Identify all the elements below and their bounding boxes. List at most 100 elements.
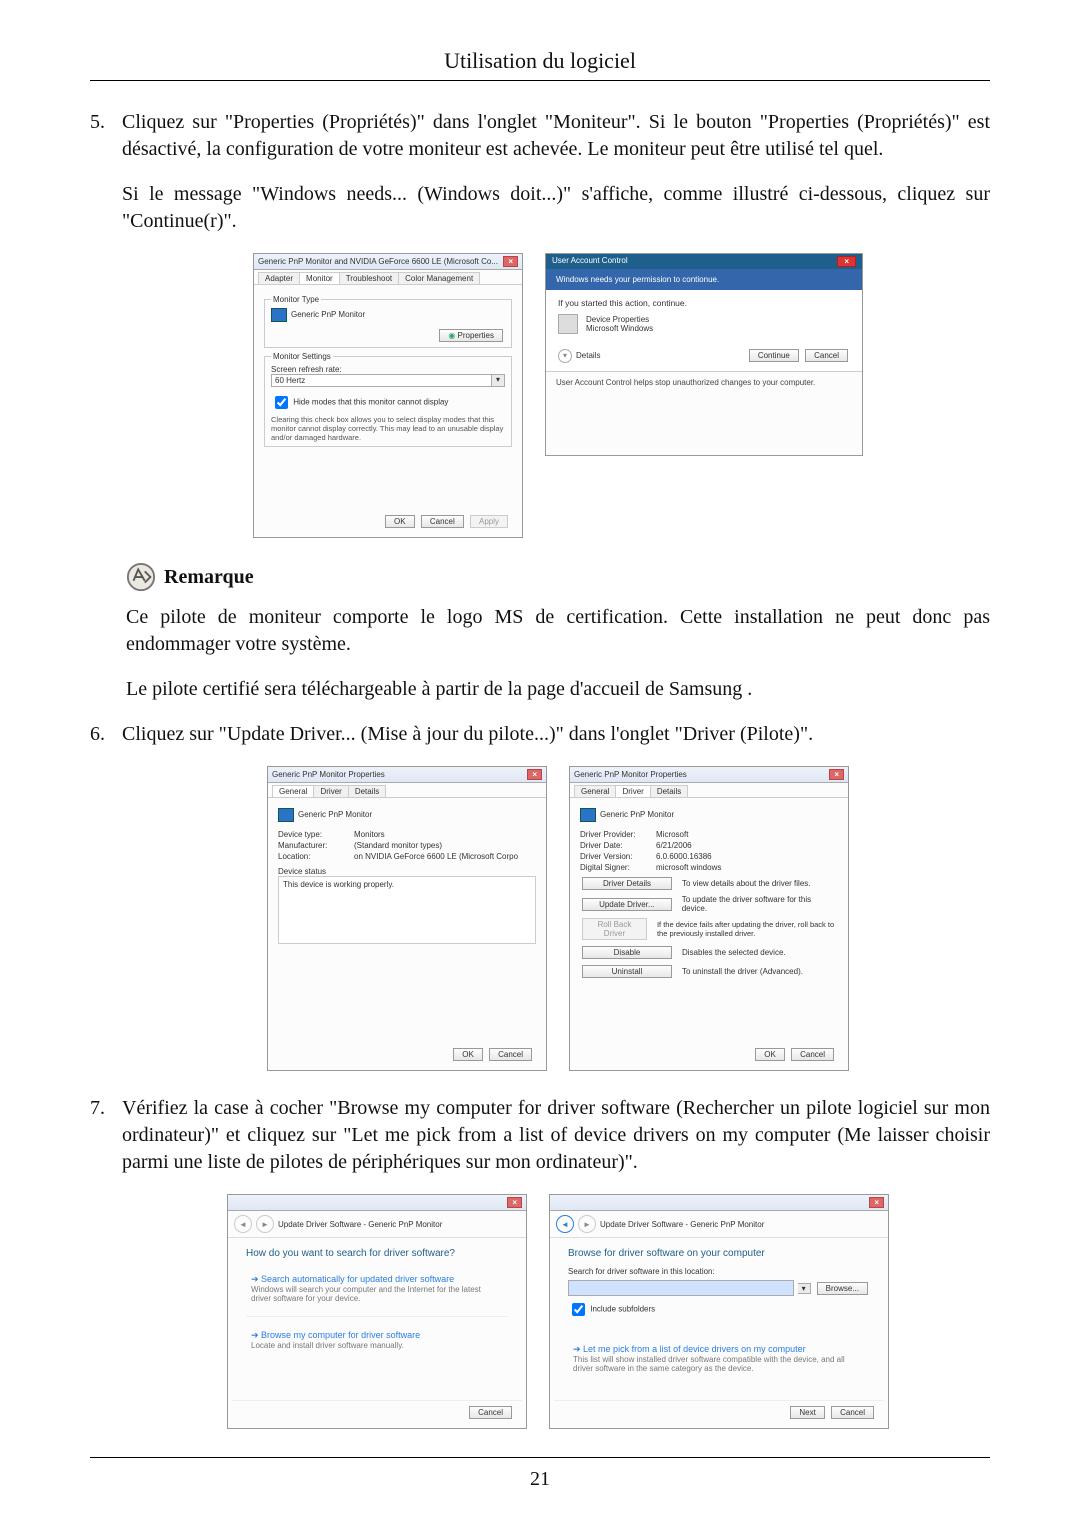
tab-general[interactable]: General [272, 785, 314, 797]
driver-provider-label: Driver Provider: [580, 830, 650, 839]
refresh-rate-label: Screen refresh rate: [271, 365, 505, 374]
option-browse-computer[interactable]: ➔ Browse my computer for driver software… [246, 1323, 508, 1357]
update-driver-desc: To update the driver software for this d… [682, 895, 838, 913]
cancel-button[interactable]: Cancel [489, 1048, 532, 1061]
uac-footer-text: User Account Control helps stop unauthor… [546, 371, 862, 393]
expand-icon[interactable]: ▾ [558, 349, 572, 363]
next-button[interactable]: Next [790, 1406, 824, 1419]
header-rule [90, 80, 990, 81]
monitor-properties-dialog: Generic PnP Monitor and NVIDIA GeForce 6… [253, 253, 523, 538]
tab-troubleshoot[interactable]: Troubleshoot [339, 272, 399, 284]
back-icon[interactable]: ◄ [234, 1215, 252, 1233]
hide-modes-checkbox[interactable] [275, 396, 288, 409]
driver-details-desc: To view details about the driver files. [682, 879, 811, 888]
step-5-text-1: Cliquez sur "Properties (Propriétés)" da… [122, 109, 990, 163]
uac-item-publisher: Microsoft Windows [586, 324, 653, 333]
tab-details[interactable]: Details [650, 785, 688, 797]
device-status-box: This device is working properly. [278, 876, 536, 944]
dialog-title: Generic PnP Monitor and NVIDIA GeForce 6… [258, 257, 498, 266]
ok-button[interactable]: OK [453, 1048, 483, 1061]
step-number: 7. [90, 1095, 122, 1122]
continue-button[interactable]: Continue [749, 349, 799, 362]
figure-row-2: Generic PnP Monitor Properties × General… [126, 766, 990, 1071]
monitor-type-legend: Monitor Type [271, 295, 321, 304]
apply-button[interactable]: Apply [470, 515, 508, 528]
step-number: 6. [90, 721, 122, 748]
rollback-driver-button[interactable]: Roll Back Driver [582, 918, 647, 940]
dialog-title: Generic PnP Monitor Properties [574, 770, 687, 779]
cancel-button[interactable]: Cancel [469, 1406, 512, 1419]
properties-driver-dialog: Generic PnP Monitor Properties × General… [569, 766, 849, 1071]
close-icon[interactable]: × [829, 769, 844, 780]
tab-driver[interactable]: Driver [313, 785, 348, 797]
device-status-label: Device status [278, 867, 536, 876]
uac-started-text: If you started this action, continue. [558, 298, 850, 308]
uac-message: Windows needs your permission to contion… [546, 269, 862, 290]
search-driver-wizard: × ◄ ► Update Driver Software - Generic P… [227, 1194, 527, 1429]
monitor-icon [271, 308, 287, 322]
cancel-button[interactable]: Cancel [831, 1406, 874, 1419]
close-icon[interactable]: × [507, 1197, 522, 1208]
uninstall-button[interactable]: Uninstall [582, 965, 672, 978]
instruction-step-5: 5. Cliquez sur "Properties (Propriétés)"… [90, 109, 990, 235]
close-icon[interactable]: × [503, 256, 518, 267]
update-driver-button[interactable]: Update Driver... [582, 898, 672, 911]
location-value: on NVIDIA GeForce 6600 LE (Microsoft Cor… [354, 852, 518, 861]
option-desc: Windows will search your computer and th… [251, 1285, 503, 1303]
browse-button[interactable]: Browse... [817, 1282, 868, 1295]
disable-button[interactable]: Disable [582, 946, 672, 959]
driver-details-button[interactable]: Driver Details [582, 877, 672, 890]
option-search-automatically[interactable]: ➔ Search automatically for updated drive… [246, 1267, 508, 1310]
hide-modes-label: Hide modes that this monitor cannot disp… [293, 398, 448, 407]
disable-desc: Disables the selected device. [682, 948, 786, 957]
option-pick-from-list[interactable]: ➔ Let me pick from a list of device driv… [568, 1337, 870, 1380]
refresh-rate-value: 60 Hertz [271, 374, 492, 387]
close-icon[interactable]: × [527, 769, 542, 780]
remarque-text-2: Le pilote certifié sera téléchargeable à… [126, 676, 990, 703]
include-subfolders-checkbox[interactable] [572, 1303, 585, 1316]
cancel-button[interactable]: Cancel [421, 515, 464, 528]
properties-button[interactable]: ◉ Properties [439, 329, 503, 342]
refresh-rate-select[interactable]: 60 Hertz ▾ [271, 374, 505, 387]
close-icon[interactable]: × [869, 1197, 884, 1208]
instruction-step-7: 7. Vérifiez la case à cocher "Browse my … [90, 1095, 990, 1176]
figure-row-1: Generic PnP Monitor and NVIDIA GeForce 6… [126, 253, 990, 538]
uac-dialog: User Account Control × Windows needs you… [545, 253, 863, 456]
option-desc: Locate and install driver software manua… [251, 1341, 503, 1350]
tabs: Adapter Monitor Troubleshoot Color Manag… [254, 270, 522, 285]
cancel-button[interactable]: Cancel [791, 1048, 834, 1061]
remarque-text-1: Ce pilote de moniteur comporte le logo M… [126, 604, 990, 658]
close-icon[interactable]: × [837, 256, 856, 267]
step-number: 5. [90, 109, 122, 136]
wizard-heading: Browse for driver software on your compu… [568, 1248, 870, 1259]
tab-details[interactable]: Details [348, 785, 386, 797]
back-icon[interactable]: ◄ [556, 1215, 574, 1233]
figure-row-3: × ◄ ► Update Driver Software - Generic P… [126, 1194, 990, 1429]
tab-adapter[interactable]: Adapter [258, 272, 300, 284]
remarque-label: Remarque [164, 566, 254, 589]
chevron-down-icon[interactable]: ▾ [798, 1283, 811, 1294]
breadcrumb: Update Driver Software - Generic PnP Mon… [278, 1220, 442, 1229]
device-type-label: Device type: [278, 830, 348, 839]
ok-button[interactable]: OK [755, 1048, 785, 1061]
driver-date-label: Driver Date: [580, 841, 650, 850]
device-name: Generic PnP Monitor [298, 810, 372, 819]
device-icon [558, 314, 578, 334]
path-input[interactable] [568, 1280, 794, 1296]
browse-driver-wizard: × ◄ ► Update Driver Software - Generic P… [549, 1194, 889, 1429]
cancel-button[interactable]: Cancel [805, 349, 848, 362]
tab-general[interactable]: General [574, 785, 616, 797]
rollback-driver-desc: If the device fails after updating the d… [657, 920, 838, 938]
tab-monitor[interactable]: Monitor [299, 272, 340, 284]
location-label: Location: [278, 852, 348, 861]
ok-button[interactable]: OK [385, 515, 415, 528]
details-link[interactable]: Details [576, 351, 600, 360]
chevron-down-icon[interactable]: ▾ [492, 374, 505, 387]
tab-color-management[interactable]: Color Management [398, 272, 480, 284]
tab-driver[interactable]: Driver [615, 785, 650, 797]
option-desc: This list will show installed driver sof… [573, 1355, 865, 1373]
forward-icon: ► [256, 1215, 274, 1233]
remarque-heading: Remarque [126, 562, 990, 592]
include-subfolders-label: Include subfolders [590, 1305, 655, 1314]
monitor-name: Generic PnP Monitor [291, 310, 365, 319]
